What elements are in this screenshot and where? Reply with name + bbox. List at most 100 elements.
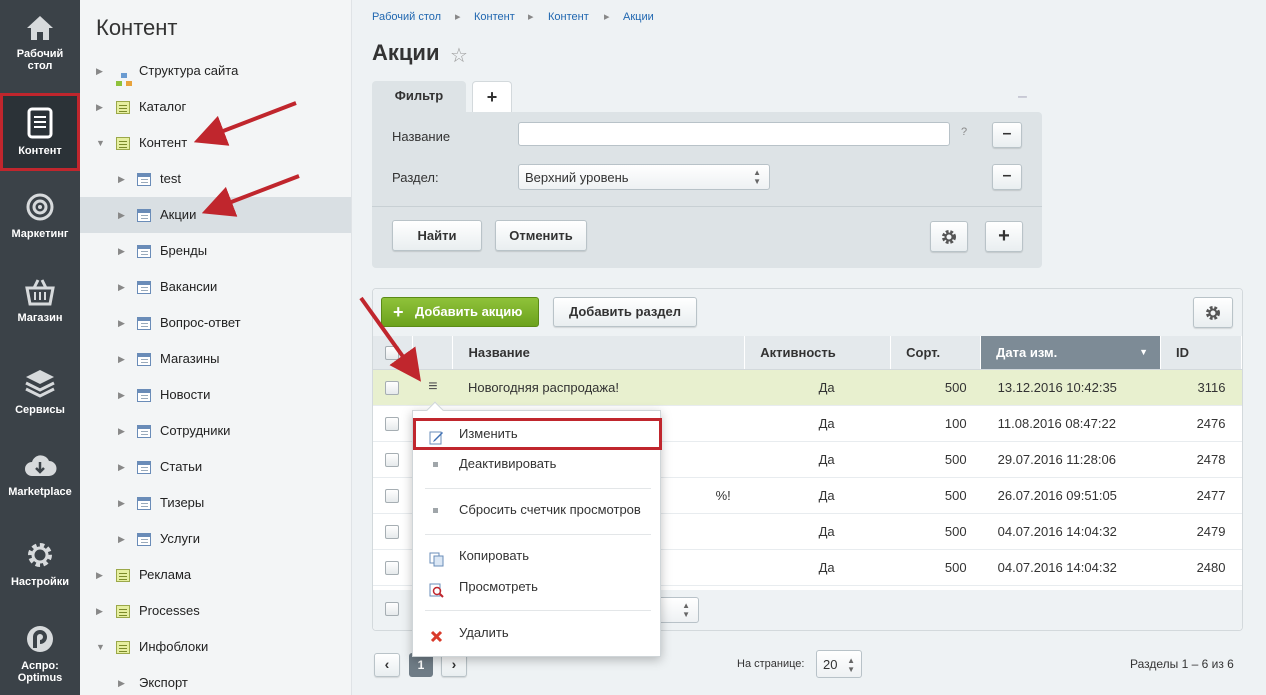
expand-arrow-icon[interactable]: ▶ bbox=[118, 377, 125, 413]
expand-arrow-icon[interactable]: ▶ bbox=[118, 233, 125, 269]
remove-name-field-button[interactable]: – bbox=[992, 122, 1022, 148]
row-checkbox[interactable] bbox=[385, 488, 399, 503]
tree-item-test[interactable]: ▶ test bbox=[80, 161, 351, 197]
expand-arrow-icon[interactable]: ▶ bbox=[118, 449, 125, 485]
filter-settings-button[interactable] bbox=[930, 221, 968, 252]
tree-item-label: Экспорт bbox=[139, 675, 188, 690]
row-id[interactable]: 2478 bbox=[1160, 441, 1242, 478]
expand-arrow-icon[interactable]: ▶ bbox=[118, 161, 125, 197]
row-checkbox[interactable] bbox=[385, 380, 399, 395]
row-id[interactable]: 2477 bbox=[1160, 477, 1242, 514]
tree-item-infoblocks[interactable]: ▼ Инфоблоки bbox=[80, 629, 351, 665]
footer-select-all-checkbox[interactable] bbox=[385, 602, 399, 616]
expand-arrow-icon[interactable]: ▶ bbox=[118, 665, 125, 695]
tree-item-promotions[interactable]: ▶ Акции bbox=[80, 197, 351, 233]
filter-add-field-button[interactable]: + bbox=[985, 221, 1023, 252]
favorite-star-icon[interactable]: ☆ bbox=[450, 43, 468, 68]
breadcrumb-content[interactable]: Контент bbox=[474, 11, 515, 23]
row-id[interactable]: 2480 bbox=[1160, 549, 1242, 586]
tree-item-catalog[interactable]: ▶ Каталог bbox=[80, 89, 351, 125]
expand-arrow-icon[interactable]: ▶ bbox=[96, 89, 103, 125]
menu-marketplace[interactable]: Marketplace bbox=[0, 452, 80, 498]
row-checkbox[interactable] bbox=[385, 560, 399, 575]
column-sort-header[interactable]: Сорт. bbox=[890, 336, 982, 370]
tree-item-site-structure[interactable]: ▶ Структура сайта bbox=[80, 53, 351, 89]
menu-settings[interactable]: Настройки bbox=[0, 540, 80, 588]
column-date-header[interactable]: Дата изм. ▼ bbox=[980, 336, 1162, 370]
pager-prev-button[interactable]: ‹ bbox=[374, 653, 400, 677]
menu-shop[interactable]: Магазин bbox=[0, 278, 80, 324]
tree-item-faq[interactable]: ▶ Вопрос-ответ bbox=[80, 305, 351, 341]
expand-arrow-icon[interactable]: ▶ bbox=[118, 413, 125, 449]
tree-item-ads[interactable]: ▶ Реклама bbox=[80, 557, 351, 593]
menu-services[interactable]: Сервисы bbox=[0, 368, 80, 416]
table-row[interactable]: ≡ Новогодняя распродажа! Да 500 13.12.20… bbox=[373, 369, 1242, 406]
row-checkbox[interactable] bbox=[385, 452, 399, 467]
expand-arrow-icon[interactable]: ▶ bbox=[118, 197, 125, 233]
select-all-cell bbox=[373, 336, 414, 370]
cancel-button[interactable]: Отменить bbox=[495, 220, 587, 251]
breadcrumb-content-2[interactable]: Контент bbox=[548, 11, 589, 23]
row-id[interactable]: 3116 bbox=[1160, 369, 1242, 406]
row-checkbox[interactable] bbox=[385, 524, 399, 539]
expand-arrow-icon[interactable]: ▶ bbox=[118, 521, 125, 557]
add-promotion-button[interactable]: + Добавить акцию bbox=[381, 297, 539, 327]
tree-item-label: Акции bbox=[160, 207, 197, 222]
menu-aspro[interactable]: Аспро: Optimus bbox=[0, 624, 80, 684]
column-active-header[interactable]: Активность bbox=[744, 336, 892, 370]
column-name-header[interactable]: Название bbox=[452, 336, 746, 370]
menu-item-edit[interactable]: Изменить bbox=[413, 418, 662, 450]
filter-name-input[interactable] bbox=[518, 122, 950, 146]
menu-item-copy[interactable]: Копировать bbox=[413, 542, 660, 570]
expand-arrow-icon[interactable]: ▶ bbox=[118, 341, 125, 377]
tree-item-news[interactable]: ▶ Новости bbox=[80, 377, 351, 413]
row-checkbox[interactable] bbox=[385, 416, 399, 431]
column-id-header[interactable]: ID bbox=[1160, 336, 1242, 370]
expand-arrow-icon[interactable]: ▶ bbox=[96, 593, 103, 629]
menu-item-deactivate[interactable]: Деактивировать bbox=[413, 450, 660, 478]
filter-section-select[interactable]: Верхний уровень ▲ ▼ bbox=[518, 164, 770, 190]
collapse-arrow-icon[interactable]: ▼ bbox=[96, 125, 105, 161]
tree-item-brands[interactable]: ▶ Бренды bbox=[80, 233, 351, 269]
select-all-checkbox[interactable] bbox=[385, 346, 399, 361]
menu-item-delete[interactable]: Удалить bbox=[413, 619, 660, 647]
tree-item-articles[interactable]: ▶ Статьи bbox=[80, 449, 351, 485]
collapse-arrow-icon[interactable]: ▼ bbox=[96, 629, 105, 665]
tree-item-export[interactable]: ▶ Экспорт bbox=[80, 665, 351, 695]
tree-item-stores[interactable]: ▶ Магазины bbox=[80, 341, 351, 377]
filter-help-icon[interactable]: ? bbox=[961, 126, 967, 138]
row-id[interactable]: 2479 bbox=[1160, 513, 1242, 550]
menu-marketing[interactable]: Маркетинг bbox=[0, 192, 80, 240]
tree-item-teasers[interactable]: ▶ Тизеры bbox=[80, 485, 351, 521]
iblock-type-icon bbox=[116, 605, 130, 618]
breadcrumb-desktop[interactable]: Рабочий стол bbox=[372, 11, 441, 23]
expand-arrow-icon[interactable]: ▶ bbox=[96, 53, 103, 89]
menu-content[interactable]: Контент bbox=[0, 93, 80, 171]
find-button[interactable]: Найти bbox=[392, 220, 482, 251]
menu-desktop[interactable]: Рабочий стол bbox=[0, 14, 80, 72]
tab-filter[interactable]: Фильтр bbox=[372, 81, 466, 113]
add-section-button[interactable]: Добавить раздел bbox=[553, 297, 697, 327]
menu-item-reset-counter[interactable]: Сбросить счетчик просмотров bbox=[413, 496, 660, 524]
remove-section-field-button[interactable]: – bbox=[992, 164, 1022, 190]
tree-item-processes[interactable]: ▶ Processes bbox=[80, 593, 351, 629]
per-page-select[interactable]: 20 ▲ ▼ bbox=[816, 650, 862, 678]
tree-item-staff[interactable]: ▶ Сотрудники bbox=[80, 413, 351, 449]
row-checkbox-cell bbox=[373, 549, 413, 586]
tree-item-vacancies[interactable]: ▶ Вакансии bbox=[80, 269, 351, 305]
breadcrumb-promotions[interactable]: Акции bbox=[623, 11, 654, 23]
row-date: 04.07.2016 14:04:32 bbox=[980, 513, 1161, 550]
row-id[interactable]: 2476 bbox=[1160, 405, 1242, 442]
expand-arrow-icon[interactable]: ▶ bbox=[118, 485, 125, 521]
tree-item-services[interactable]: ▶ Услуги bbox=[80, 521, 351, 557]
add-filter-tab-button[interactable]: + bbox=[472, 81, 512, 113]
expand-arrow-icon[interactable]: ▶ bbox=[118, 269, 125, 305]
row-menu-icon[interactable]: ≡ bbox=[412, 369, 453, 406]
expand-arrow-icon[interactable]: ▶ bbox=[118, 305, 125, 341]
tree-item-content[interactable]: ▼ Контент bbox=[80, 125, 351, 161]
grid-settings-button[interactable] bbox=[1193, 297, 1233, 328]
row-name-link[interactable]: Новогодняя распродажа! bbox=[452, 369, 745, 406]
filter-collapse-button[interactable]: – bbox=[1018, 88, 1027, 106]
expand-arrow-icon[interactable]: ▶ bbox=[96, 557, 103, 593]
menu-item-view[interactable]: Просмотреть bbox=[413, 573, 660, 601]
